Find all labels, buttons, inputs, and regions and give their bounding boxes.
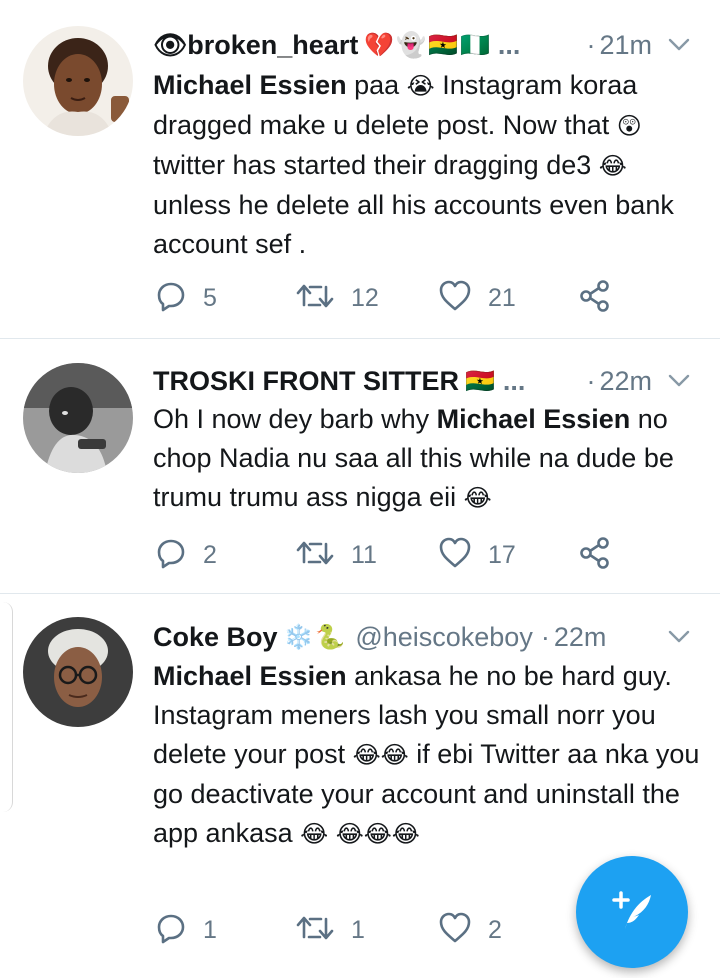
heart-icon (438, 912, 472, 949)
share-button[interactable] (578, 536, 612, 575)
reply-count: 1 (203, 915, 217, 944)
name-emojis: 💔👻🇬🇭🇳🇬 (364, 31, 492, 59)
reply-button[interactable]: 5 (155, 280, 217, 316)
retweet-icon (295, 538, 335, 573)
emoji: 😂 (598, 153, 627, 180)
share-button[interactable] (578, 279, 612, 318)
avatar[interactable] (23, 617, 133, 727)
compose-tweet-icon (607, 885, 657, 940)
like-button[interactable]: 2 (438, 912, 502, 948)
tweet-text: Oh I now dey barb why Michael Essien no … (153, 400, 700, 518)
avatar[interactable] (23, 363, 133, 473)
tweet-text: Michael Essien ankasa he no be hard guy.… (153, 657, 700, 854)
tweet-text-segment (328, 818, 336, 848)
side-panel-edge[interactable] (0, 602, 13, 812)
mentioned-name: Michael Essien (436, 404, 631, 434)
emoji: 😂 (463, 485, 492, 512)
reply-button[interactable]: 2 (155, 537, 217, 573)
retweet-icon (295, 913, 335, 948)
reply-icon (155, 537, 187, 574)
chevron-down-icon[interactable] (666, 368, 692, 394)
tweet[interactable]: 👁broken_heart 💔👻🇬🇭🇳🇬 ... · 21m Michael E… (0, 0, 720, 339)
name-truncation: ... (497, 29, 521, 60)
tweet-text-segment: twitter has started their dragging de3 (153, 150, 599, 180)
separator: · (540, 621, 550, 652)
emoji: 😂😂😂 (335, 821, 420, 848)
chevron-down-icon[interactable] (666, 32, 692, 58)
tweet-text-segment: paa (346, 70, 407, 100)
tweet-actions: 2 11 17 (155, 536, 625, 575)
timeline: 👁broken_heart 💔👻🇬🇭🇳🇬 ... · 21m Michael E… (0, 0, 720, 978)
separator: · (586, 29, 596, 60)
heart-icon (438, 280, 472, 317)
chevron-down-icon[interactable] (666, 624, 692, 650)
display-name[interactable]: 👁broken_heart (153, 29, 358, 61)
tweet-header: Coke Boy ❄️🐍 @heiscokeboy · 22m (153, 617, 692, 657)
emoji: 😲 (616, 113, 642, 140)
tweet[interactable]: TROSKI FRONT SITTER 🇬🇭 ... · 22m Oh I no… (0, 339, 720, 594)
timestamp[interactable]: 22m (599, 366, 652, 397)
name-emojis: 🇬🇭 (465, 367, 497, 395)
tweet-actions: 5 12 21 (155, 279, 625, 318)
like-count: 21 (488, 283, 516, 312)
tweet-actions: 1 1 2 (155, 912, 625, 948)
mentioned-name: Michael Essien (153, 70, 347, 100)
display-name[interactable]: Coke Boy (153, 622, 278, 653)
share-icon (578, 279, 612, 318)
like-count: 2 (488, 915, 502, 944)
timestamp[interactable]: 21m (599, 30, 652, 61)
name-truncation: ... (502, 365, 526, 396)
timestamp[interactable]: 22m (554, 622, 607, 653)
reply-button[interactable]: 1 (155, 912, 217, 948)
retweet-button[interactable]: 11 (295, 537, 377, 573)
retweet-icon (295, 281, 335, 316)
display-name[interactable]: TROSKI FRONT SITTER (153, 366, 459, 397)
avatar[interactable] (23, 26, 133, 136)
user-handle[interactable]: @heiscokeboy (355, 622, 533, 653)
reply-count: 2 (203, 540, 217, 569)
like-count: 17 (488, 540, 516, 569)
retweet-button[interactable]: 1 (295, 912, 365, 948)
retweet-button[interactable]: 12 (295, 280, 379, 316)
tweet-header: TROSKI FRONT SITTER 🇬🇭 ... · 22m (153, 361, 692, 401)
name-emojis: ❄️🐍 (283, 623, 348, 651)
reply-count: 5 (203, 283, 217, 312)
tweet-text-segment: Oh I now dey barb why (153, 404, 437, 434)
retweet-count: 12 (351, 283, 379, 312)
reply-icon (155, 280, 187, 317)
separator: · (586, 365, 596, 396)
mentioned-name: Michael Essien (153, 661, 347, 691)
share-icon (578, 536, 612, 575)
emoji: 😭 (406, 73, 435, 100)
emoji: 😂 (300, 821, 329, 848)
tweet-text-segment: unless he delete all his accounts even b… (153, 190, 674, 259)
heart-icon (438, 537, 472, 574)
tweet-header: 👁broken_heart 💔👻🇬🇭🇳🇬 ... · 21m (153, 25, 692, 65)
like-button[interactable]: 21 (438, 280, 516, 316)
retweet-count: 1 (351, 915, 365, 944)
compose-tweet-button[interactable] (576, 856, 688, 968)
tweet-text: Michael Essien paa 😭 Instagram koraa dra… (153, 66, 700, 264)
retweet-count: 11 (351, 540, 377, 569)
like-button[interactable]: 17 (438, 537, 516, 573)
reply-icon (155, 912, 187, 949)
emoji: 😂😂 (352, 742, 409, 769)
